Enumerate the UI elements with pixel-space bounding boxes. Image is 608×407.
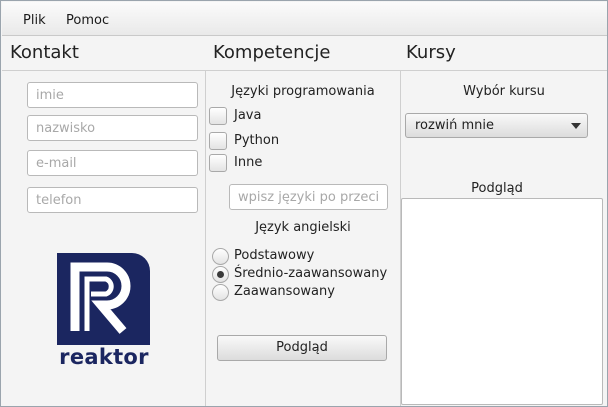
app-window: Plik Pomoc Kontakt Kompetencje Kursy rea… (0, 0, 608, 407)
email-input[interactable] (27, 150, 198, 176)
skills-heading: Kompetencje (213, 42, 331, 63)
menu-help[interactable]: Pomoc (66, 13, 109, 28)
chevron-down-icon[interactable] (571, 123, 581, 129)
english-basic-label: Podstawowy (234, 248, 315, 263)
first-name-input[interactable] (27, 82, 198, 108)
logo-mark-icon (57, 253, 150, 345)
logo-wordmark: reaktor (59, 345, 149, 369)
column-divider-left (205, 71, 206, 406)
reaktor-logo: reaktor (57, 253, 150, 369)
contact-heading: Kontakt (10, 42, 79, 63)
english-basic-radio-circle[interactable] (212, 248, 229, 265)
other-languages-input[interactable] (229, 184, 388, 210)
english-advanced-label: Zaawansowany (234, 284, 335, 299)
course-select-value: rozwiń mnie (415, 118, 494, 133)
other-checkbox-label: Inne (234, 155, 263, 170)
python-checkbox-label: Python (234, 133, 280, 148)
java-checkbox-label: Java (234, 108, 262, 123)
java-checkbox-box[interactable] (209, 107, 227, 125)
menu-file[interactable]: Plik (23, 13, 46, 28)
other-checkbox-box[interactable] (209, 154, 227, 172)
preview-label: Podgląd (471, 181, 523, 196)
english-label: Język angielski (255, 220, 351, 235)
english-intermediate-label: Średnio-zaawansowany (234, 266, 388, 281)
languages-label: Języki programowania (231, 84, 375, 99)
english-intermediate-radio-circle[interactable] (212, 266, 229, 283)
preview-area[interactable] (401, 198, 603, 405)
course-select[interactable]: rozwiń mnie (405, 113, 588, 138)
preview-button[interactable]: Podgląd (217, 335, 387, 361)
last-name-input[interactable] (27, 115, 198, 141)
python-checkbox-box[interactable] (209, 132, 227, 150)
english-advanced-radio-circle[interactable] (212, 284, 229, 301)
phone-input[interactable] (27, 187, 198, 213)
courses-heading: Kursy (406, 42, 456, 63)
course-select-label: Wybór kursu (463, 84, 545, 99)
header-divider (2, 70, 607, 71)
menu-bar: Plik Pomoc (2, 2, 607, 36)
